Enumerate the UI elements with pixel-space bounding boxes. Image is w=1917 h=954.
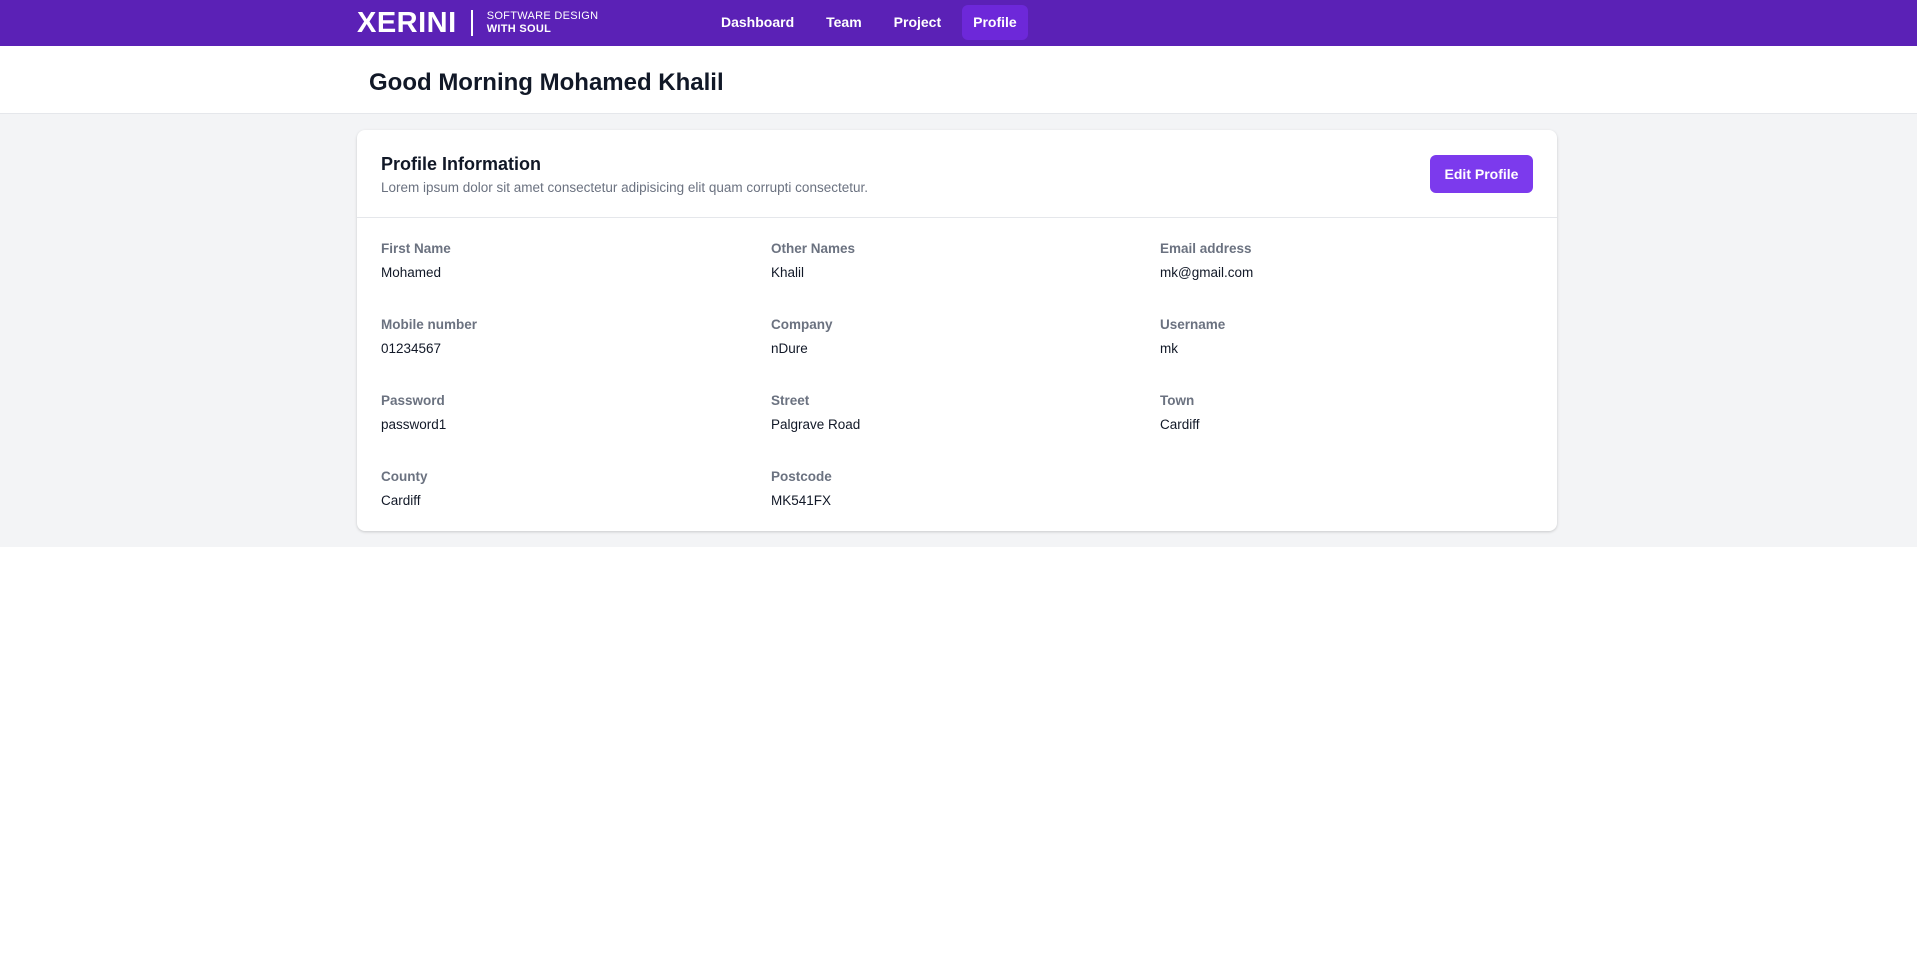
main-nav: Dashboard Team Project Profile bbox=[710, 5, 1028, 40]
field-mobile-number: Mobile number 01234567 bbox=[381, 316, 741, 358]
field-value: mk@gmail.com bbox=[1160, 265, 1254, 280]
profile-card: Profile Information Lorem ipsum dolor si… bbox=[357, 130, 1557, 531]
brand-divider bbox=[470, 10, 473, 36]
top-navigation-bar: XERINI SOFTWARE DESIGN WITH SOUL Dashboa… bbox=[0, 0, 1917, 46]
field-other-names: Other Names Khalil bbox=[771, 240, 1131, 282]
field-label: Company bbox=[771, 317, 833, 332]
field-value: nDure bbox=[771, 341, 808, 356]
field-label: First Name bbox=[381, 241, 451, 256]
profile-card-header: Profile Information Lorem ipsum dolor si… bbox=[357, 130, 1557, 218]
page-title: Good Morning Mohamed Khalil bbox=[369, 69, 724, 96]
field-value: MK541FX bbox=[771, 493, 832, 508]
field-username: Username mk bbox=[1160, 316, 1520, 358]
field-value: Khalil bbox=[771, 265, 805, 280]
brand-logo[interactable]: XERINI SOFTWARE DESIGN WITH SOUL bbox=[357, 8, 598, 38]
field-label: Mobile number bbox=[381, 317, 478, 332]
field-label: Username bbox=[1160, 317, 1226, 332]
field-value: Mohamed bbox=[381, 265, 442, 280]
field-postcode: Postcode MK541FX bbox=[771, 468, 1131, 510]
nav-item-dashboard[interactable]: Dashboard bbox=[710, 5, 805, 40]
field-value: Cardiff bbox=[381, 493, 421, 508]
field-password: Password password1 bbox=[381, 392, 741, 434]
brand-tagline-line2: WITH SOUL bbox=[486, 23, 552, 35]
field-label: Other Names bbox=[771, 241, 856, 256]
field-first-name: First Name Mohamed bbox=[381, 240, 741, 282]
field-value: Palgrave Road bbox=[771, 417, 861, 432]
field-label: Password bbox=[381, 393, 445, 408]
field-county: County Cardiff bbox=[381, 468, 741, 510]
field-label: Town bbox=[1160, 393, 1195, 408]
nav-item-profile[interactable]: Profile bbox=[962, 5, 1028, 40]
nav-item-team[interactable]: Team bbox=[815, 5, 873, 40]
field-value: Cardiff bbox=[1160, 417, 1200, 432]
field-label: Street bbox=[771, 393, 810, 408]
field-value: 01234567 bbox=[381, 341, 442, 356]
field-street: Street Palgrave Road bbox=[771, 392, 1131, 434]
field-value: mk bbox=[1160, 341, 1178, 356]
brand-wordmark: XERINI bbox=[357, 7, 457, 39]
profile-card-title: Profile Information bbox=[381, 154, 542, 174]
field-company: Company nDure bbox=[771, 316, 1131, 358]
edit-profile-button[interactable]: Edit Profile bbox=[1430, 155, 1533, 193]
nav-item-project[interactable]: Project bbox=[883, 5, 952, 40]
field-email-address: Email address mk@gmail.com bbox=[1160, 240, 1520, 282]
field-label: Postcode bbox=[771, 469, 832, 484]
field-town: Town Cardiff bbox=[1160, 392, 1520, 434]
page-header: Good Morning Mohamed Khalil bbox=[0, 46, 1917, 114]
brand-tagline: SOFTWARE DESIGN WITH SOUL bbox=[487, 10, 599, 36]
field-label: County bbox=[381, 469, 428, 484]
brand-tagline-line1: SOFTWARE DESIGN bbox=[486, 10, 599, 22]
field-label: Email address bbox=[1160, 241, 1252, 256]
field-value: password1 bbox=[381, 417, 447, 432]
profile-card-subtitle: Lorem ipsum dolor sit amet consectetur a… bbox=[381, 180, 868, 195]
